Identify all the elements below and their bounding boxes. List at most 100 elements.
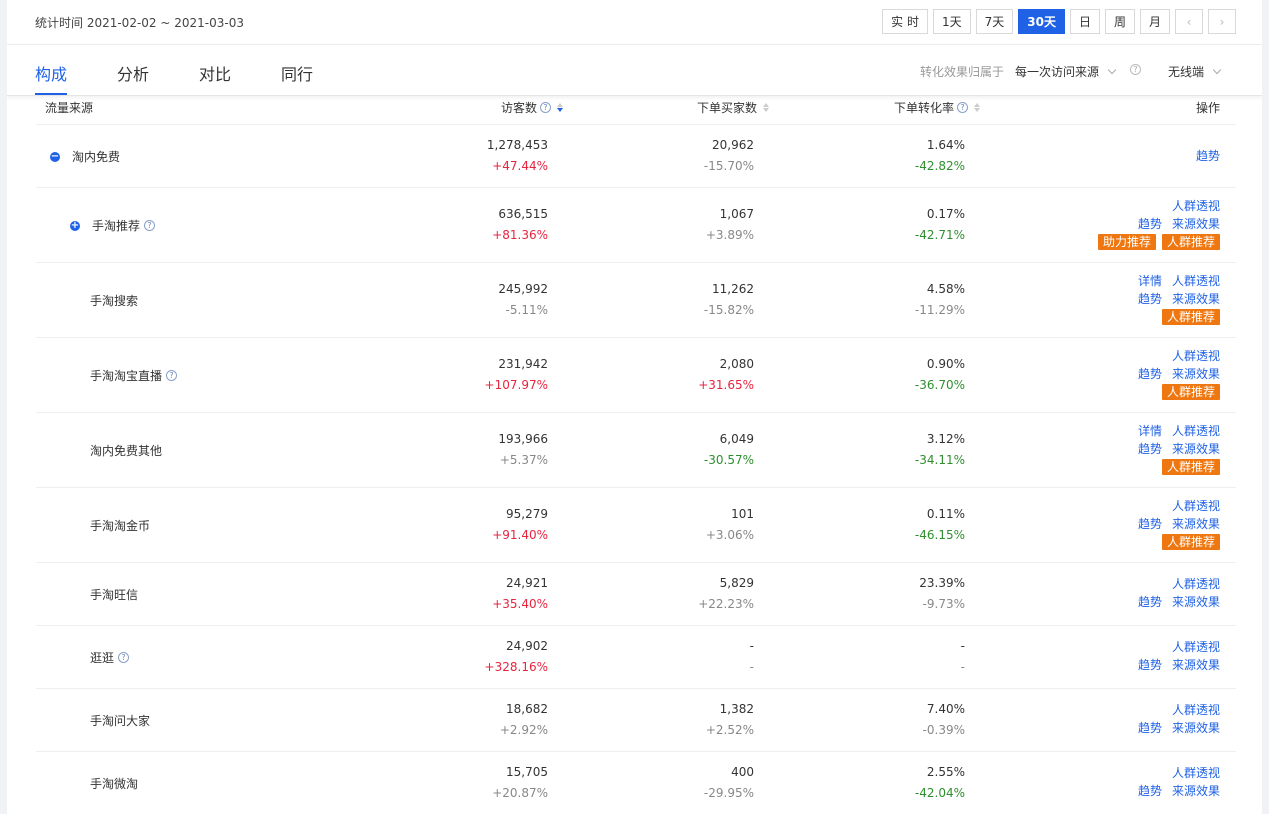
- crowd-recommend-button[interactable]: 人群推荐: [1161, 309, 1220, 325]
- crowd-recommend-button[interactable]: 人群推荐: [1161, 384, 1220, 400]
- detail-link[interactable]: 详情: [1138, 274, 1162, 288]
- crowd-view-link[interactable]: 人群透视: [1172, 577, 1220, 591]
- visitors-change: +328.16%: [484, 660, 548, 674]
- crowd-view-link[interactable]: 人群透视: [1172, 199, 1220, 213]
- tab-peers[interactable]: 同行: [281, 61, 313, 85]
- visitors-cell: 15,705 +20.87%: [492, 762, 548, 804]
- help-icon[interactable]: ?: [957, 102, 968, 113]
- help-icon[interactable]: ?: [118, 652, 130, 663]
- visitors-change: -5.11%: [505, 303, 548, 317]
- crowd-view-link[interactable]: 人群透视: [1172, 499, 1220, 513]
- buyers-value: 11,262: [712, 282, 754, 296]
- source-effect-link[interactable]: 来源效果: [1172, 784, 1220, 798]
- attribution-dropdown[interactable]: 每一次访问来源: [1015, 63, 1117, 80]
- sort-icon[interactable]: [763, 103, 769, 112]
- visitors-cell: 95,279 +91.40%: [492, 504, 548, 546]
- range-1day[interactable]: 1天: [932, 9, 971, 34]
- help-icon[interactable]: ?: [1130, 64, 1141, 75]
- source-effect-link[interactable]: 来源效果: [1172, 367, 1220, 381]
- trend-link[interactable]: 趋势: [1138, 721, 1162, 735]
- trend-link[interactable]: 趋势: [1138, 517, 1162, 531]
- trend-link[interactable]: 趋势: [1138, 658, 1162, 672]
- crowd-view-link[interactable]: 人群透视: [1172, 766, 1220, 780]
- source-effect-link[interactable]: 来源效果: [1172, 517, 1220, 531]
- crowd-recommend-button[interactable]: 人群推荐: [1161, 534, 1220, 550]
- range-realtime[interactable]: 实 时: [882, 9, 928, 34]
- boost-recommend-button[interactable]: 助力推荐: [1097, 234, 1156, 250]
- crowd-view-link[interactable]: 人群透视: [1172, 703, 1220, 717]
- trend-link[interactable]: 趋势: [1138, 595, 1162, 609]
- tab-analysis[interactable]: 分析: [117, 61, 149, 85]
- tab-compare[interactable]: 对比: [199, 61, 231, 85]
- crowd-recommend-button[interactable]: 人群推荐: [1161, 234, 1220, 250]
- rate-change: -46.15%: [914, 528, 965, 542]
- help-icon[interactable]: ?: [144, 220, 156, 231]
- crowd-view-link[interactable]: 人群透视: [1172, 349, 1220, 363]
- buyers-cell: 400 -29.95%: [704, 762, 754, 804]
- source-effect-link[interactable]: 来源效果: [1172, 442, 1220, 456]
- range-7day[interactable]: 7天: [975, 9, 1014, 34]
- row-source-label: 淘内免费其他: [90, 444, 163, 458]
- col-ops: 操作: [1195, 101, 1220, 115]
- range-30day[interactable]: 30天: [1018, 9, 1065, 34]
- rate-change: -42.04%: [914, 786, 965, 800]
- rate-value: 2.55%: [926, 765, 965, 779]
- expand-icon[interactable]: +: [70, 220, 80, 231]
- chevron-left-icon: ‹: [1186, 14, 1192, 29]
- rate-value: 0.17%: [926, 207, 965, 221]
- buyers-change: -29.95%: [703, 786, 754, 800]
- help-icon[interactable]: ?: [166, 370, 178, 381]
- device-value: 无线端: [1168, 65, 1205, 79]
- source-effect-link[interactable]: 来源效果: [1172, 658, 1220, 672]
- row-ops: 人群透视 趋势 来源效果 助力推荐 人群推荐: [1092, 197, 1220, 251]
- crowd-view-link[interactable]: 人群透视: [1172, 640, 1220, 654]
- visitors-value: 24,921: [506, 576, 548, 590]
- trend-link[interactable]: 趋势: [1138, 367, 1162, 381]
- buyers-value: -: [749, 639, 754, 653]
- range-week[interactable]: 周: [1104, 9, 1135, 34]
- crowd-recommend-button[interactable]: 人群推荐: [1161, 459, 1220, 475]
- col-buyers[interactable]: 下单买家数: [697, 99, 769, 116]
- detail-link[interactable]: 详情: [1138, 424, 1162, 438]
- crowd-view-link[interactable]: 人群透视: [1172, 424, 1220, 438]
- trend-link[interactable]: 趋势: [1138, 217, 1162, 231]
- active-tab-underline: [35, 93, 67, 95]
- range-month[interactable]: 月: [1139, 9, 1170, 34]
- crowd-view-link[interactable]: 人群透视: [1172, 274, 1220, 288]
- source-effect-link[interactable]: 来源效果: [1172, 292, 1220, 306]
- col-visitors[interactable]: 访客数 ?: [501, 99, 563, 116]
- help-icon[interactable]: ?: [540, 102, 551, 113]
- sort-icon[interactable]: [974, 103, 980, 112]
- buyers-cell: 20,962 -15.70%: [704, 135, 754, 177]
- trend-link[interactable]: 趋势: [1138, 292, 1162, 306]
- source-effect-link[interactable]: 来源效果: [1172, 595, 1220, 609]
- tab-composition[interactable]: 构成: [35, 61, 67, 85]
- buyers-change: +2.52%: [705, 723, 754, 737]
- visitors-value: 636,515: [498, 207, 548, 221]
- col-rate[interactable]: 下单转化率 ?: [894, 99, 980, 116]
- source-effect-link[interactable]: 来源效果: [1172, 217, 1220, 231]
- collapse-icon[interactable]: −: [50, 151, 60, 162]
- prev-period-button[interactable]: ‹: [1175, 9, 1203, 34]
- buyers-cell: --: [750, 636, 754, 678]
- rate-cell: 3.12% -34.11%: [915, 429, 965, 471]
- sort-icon[interactable]: [557, 103, 563, 112]
- attribution-value: 每一次访问来源: [1015, 65, 1100, 79]
- row-source-name: 手淘搜索: [90, 292, 138, 309]
- visitors-value: 1,278,453: [486, 138, 548, 152]
- row-source-label: 手淘旺信: [90, 588, 139, 602]
- device-dropdown[interactable]: 无线端: [1168, 63, 1222, 80]
- trend-link[interactable]: 趋势: [1196, 149, 1220, 163]
- buyers-cell: 1,067 +3.89%: [706, 204, 754, 246]
- row-ops: 详情 人群透视 趋势 来源效果 人群推荐: [1128, 422, 1220, 476]
- visitors-value: 193,966: [498, 432, 548, 446]
- next-period-button[interactable]: ›: [1208, 9, 1236, 34]
- rate-change: -: [960, 660, 965, 674]
- trend-link[interactable]: 趋势: [1138, 442, 1162, 456]
- trend-link[interactable]: 趋势: [1138, 784, 1162, 798]
- range-day[interactable]: 日: [1069, 9, 1100, 34]
- table-row: + 手淘推荐 ? 636,515 +81.36% 1,067 +3.89% 0.17…: [36, 188, 1236, 263]
- source-effect-link[interactable]: 来源效果: [1172, 721, 1220, 735]
- visitors-value: 95,279: [506, 507, 548, 521]
- row-source-name: 逛逛?: [90, 649, 130, 666]
